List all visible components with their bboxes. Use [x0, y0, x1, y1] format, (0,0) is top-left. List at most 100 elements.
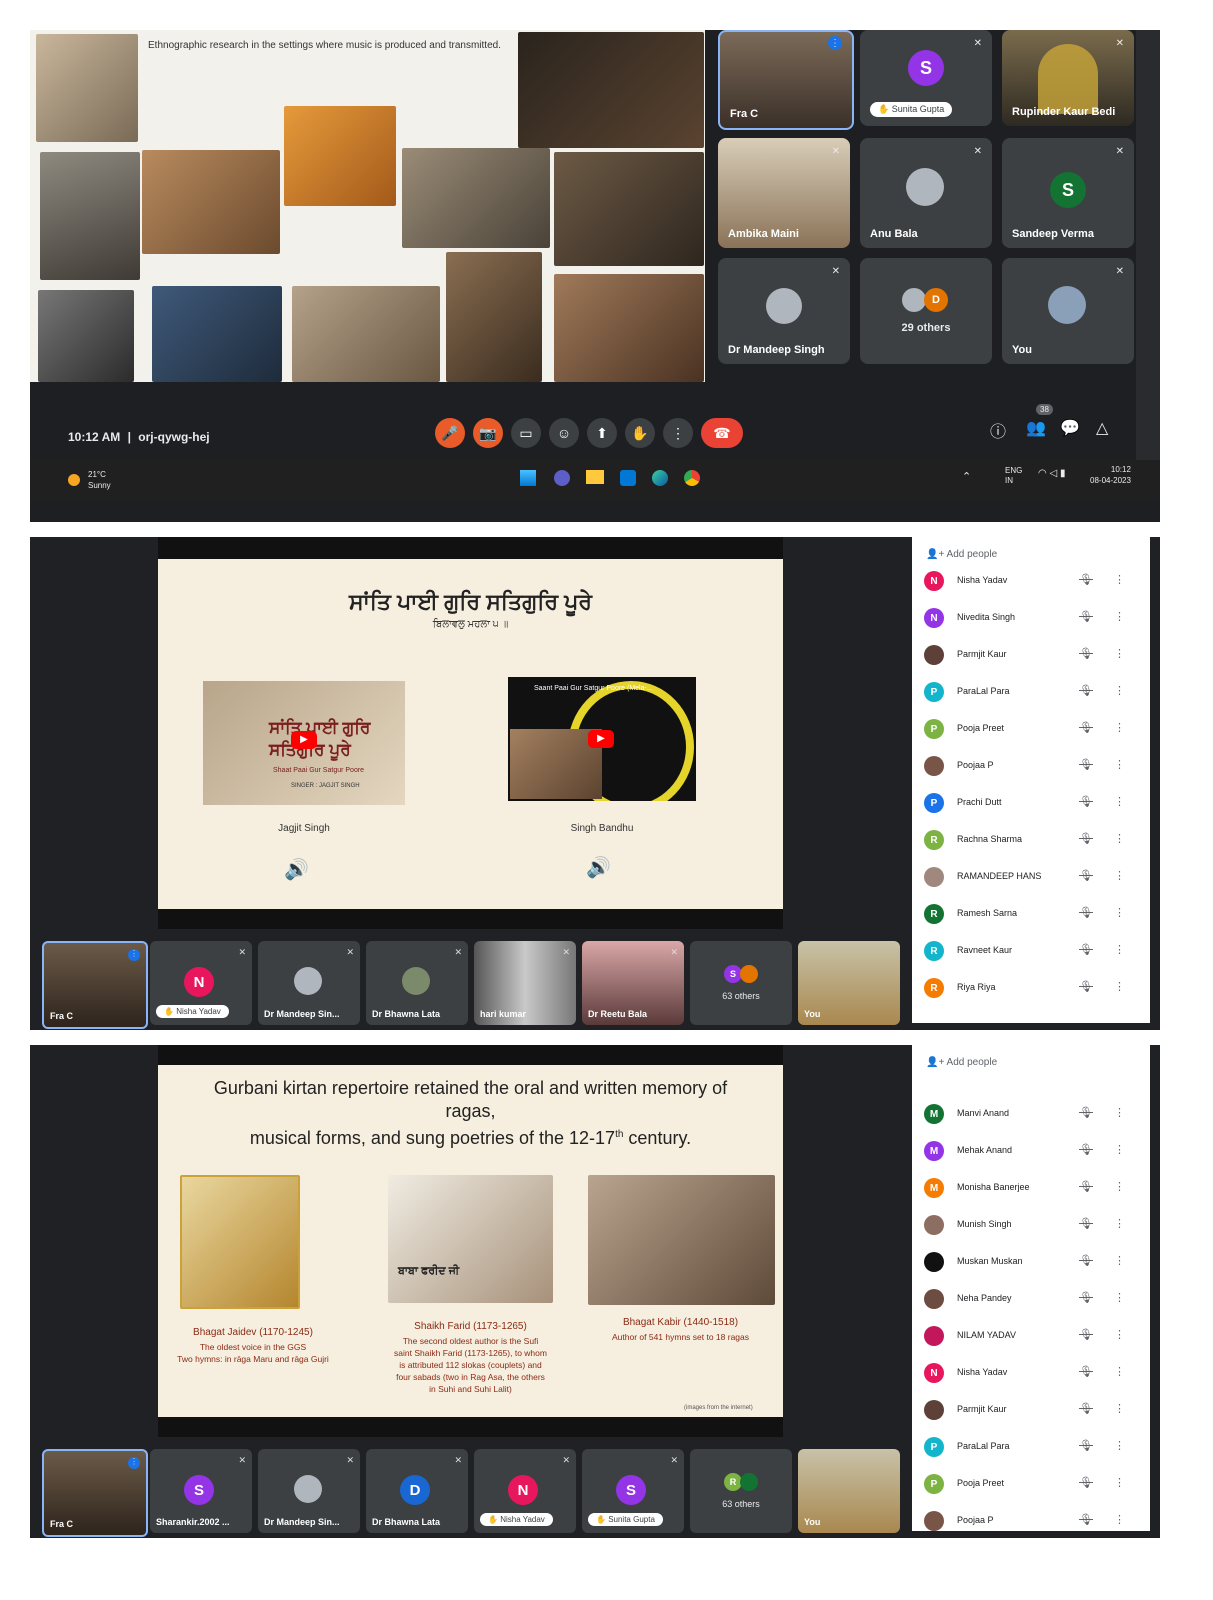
participant-tile-sharankir[interactable]: ✕ S Sharankir.2002 ...	[150, 1449, 252, 1533]
participant-list-item[interactable]: R Riya Riya 🎙 ⋮	[924, 976, 1144, 1002]
more-options-icon[interactable]: ⋮	[1114, 980, 1125, 993]
more-options-icon[interactable]: ⋮	[1114, 1476, 1125, 1489]
participant-list-item[interactable]: N Nivedita Singh 🎙 ⋮	[924, 606, 1144, 632]
captions-button[interactable]: ▭	[511, 418, 541, 448]
edge-browser-icon[interactable]	[652, 470, 668, 486]
participant-list-item[interactable]: NILAM YADAV 🎙 ⋮	[924, 1324, 1144, 1350]
participant-tile-sunita-gupta[interactable]: ✕ S ✋ Sunita Gupta	[582, 1449, 684, 1533]
more-options-icon[interactable]: ⋮	[1114, 906, 1125, 919]
lang-indicator[interactable]: ENG IN	[1005, 466, 1022, 486]
chat-icon[interactable]: 💬	[1060, 418, 1080, 438]
participant-tile-dr-mandeep[interactable]: ✕ Dr Mandeep Sin...	[258, 941, 360, 1025]
participant-tile-nisha-yadav[interactable]: ✕ N ✋ Nisha Yadav	[474, 1449, 576, 1533]
participant-tile-sunita-gupta[interactable]: ✕ S ✋ Sunita Gupta	[860, 30, 992, 126]
wifi-volume-battery-icons[interactable]: ◠ ◁ ▮	[1038, 468, 1065, 479]
add-people-button[interactable]: 👤+ Add people	[926, 549, 997, 560]
people-icon[interactable]: 👥	[1026, 418, 1046, 438]
participant-list-item[interactable]: P ParaLal Para 🎙 ⋮	[924, 680, 1144, 706]
leave-call-button[interactable]: ☎	[701, 418, 743, 448]
participant-list-item[interactable]: R Ramesh Sarna 🎙 ⋮	[924, 902, 1144, 928]
participant-list-item[interactable]: M Manvi Anand 🎙 ⋮	[924, 1102, 1144, 1128]
more-options-icon[interactable]: ⋮	[1114, 1180, 1125, 1193]
more-options-icon[interactable]: ⋮	[1114, 610, 1125, 623]
participant-list-item[interactable]: Poojaa P 🎙 ⋮	[924, 1509, 1144, 1535]
participant-tile-dr-bhawna[interactable]: ✕ Dr Bhawna Lata	[366, 941, 468, 1025]
more-options-icon[interactable]: ⋮	[1114, 1106, 1125, 1119]
participant-list-item[interactable]: P Pooja Preet 🎙 ⋮	[924, 1472, 1144, 1498]
more-options-icon[interactable]: ⋮	[1114, 1143, 1125, 1156]
camera-toggle-button[interactable]: 📷	[473, 418, 503, 448]
more-options-icon[interactable]: ⋮	[1114, 1365, 1125, 1378]
more-options-icon[interactable]: ⋮	[1114, 869, 1125, 882]
participant-list-item[interactable]: P Pooja Preet 🎙 ⋮	[924, 717, 1144, 743]
windows-start-icon[interactable]	[520, 470, 536, 486]
present-button[interactable]: ⬆	[587, 418, 617, 448]
participant-list-item[interactable]: RAMANDEEP HANS 🎙 ⋮	[924, 865, 1144, 891]
more-options-icon[interactable]: ⋮	[1114, 1513, 1125, 1526]
participant-tile-fra-c[interactable]: ⋮ Fra C	[42, 1449, 148, 1537]
store-icon[interactable]	[620, 470, 636, 486]
more-options-icon[interactable]: ⋮	[1114, 832, 1125, 845]
participant-tile-others[interactable]: S 63 others	[690, 941, 792, 1025]
youtube-video-1[interactable]: ਸਾਂਤਿ ਪਾਈ ਗੁਰਿ ਸਤਿਗੁਰਿ ਪੂਰੇ Shaat Paai G…	[203, 681, 405, 805]
participant-tile-sandeep-verma[interactable]: ✕ S Sandeep Verma	[1002, 138, 1134, 248]
participant-list-item[interactable]: Neha Pandey 🎙 ⋮	[924, 1287, 1144, 1313]
participant-tile-others[interactable]: D 29 others	[860, 258, 992, 364]
participant-list-item[interactable]: P ParaLal Para 🎙 ⋮	[924, 1435, 1144, 1461]
chat-app-icon[interactable]	[554, 470, 570, 486]
raise-hand-button[interactable]: ✋	[625, 418, 655, 448]
participant-tile-nisha-yadav[interactable]: ✕ N ✋ Nisha Yadav	[150, 941, 252, 1025]
system-clock[interactable]: 10:12 08-04-2023	[1090, 464, 1131, 486]
more-options-icon[interactable]: ⋮	[1114, 943, 1125, 956]
chrome-icon[interactable]	[684, 470, 700, 486]
participant-tile-dr-reetu-bala[interactable]: ✕ Dr Reetu Bala	[582, 941, 684, 1025]
more-options-icon[interactable]: ⋮	[1114, 647, 1125, 660]
speaker-icon[interactable]: 🔊	[284, 857, 309, 882]
participant-list-item[interactable]: N Nisha Yadav 🎙 ⋮	[924, 1361, 1144, 1387]
more-options-icon[interactable]: ⋮	[1114, 1402, 1125, 1415]
participant-tile-anu-bala[interactable]: ✕ Anu Bala	[860, 138, 992, 248]
participant-tile-you[interactable]: ✕ You	[1002, 258, 1134, 364]
participant-list-item[interactable]: R Rachna Sharma 🎙 ⋮	[924, 828, 1144, 854]
youtube-video-2[interactable]: Saant Paai Gur Satgur Poore (Mela-... ▶	[508, 677, 696, 801]
more-options-button[interactable]: ⋮	[663, 418, 693, 448]
more-options-icon[interactable]: ⋮	[1114, 795, 1125, 808]
participant-list-item[interactable]: Munish Singh 🎙 ⋮	[924, 1213, 1144, 1239]
participant-list-item[interactable]: Muskan Muskan 🎙 ⋮	[924, 1250, 1144, 1276]
participant-list-item[interactable]: Poojaa P 🎙 ⋮	[924, 754, 1144, 780]
more-options-icon[interactable]: ⋮	[1114, 721, 1125, 734]
participant-list-item[interactable]: M Mehak Anand 🎙 ⋮	[924, 1139, 1144, 1165]
participant-list-item[interactable]: Parmjit Kaur 🎙 ⋮	[924, 1398, 1144, 1424]
participant-tile-dr-bhawna[interactable]: ✕ D Dr Bhawna Lata	[366, 1449, 468, 1533]
reactions-button[interactable]: ☺	[549, 418, 579, 448]
participant-tile-dr-mandeep[interactable]: ✕ Dr Mandeep Singh	[718, 258, 850, 364]
more-options-icon[interactable]: ⋮	[1114, 1328, 1125, 1341]
info-icon[interactable]: ⓘ	[990, 418, 1006, 442]
participant-tile-rupinder[interactable]: ✕ Rupinder Kaur Bedi	[1002, 30, 1134, 126]
more-options-icon[interactable]: ⋮	[1114, 1254, 1125, 1267]
mic-toggle-button[interactable]: 🎤	[435, 418, 465, 448]
participant-tile-fra-c[interactable]: ⋮ Fra C	[42, 941, 148, 1029]
add-people-button[interactable]: 👤+ Add people	[926, 1057, 997, 1068]
more-options-icon[interactable]: ⋮	[1114, 573, 1125, 586]
participant-list-item[interactable]: M Monisha Banerjee 🎙 ⋮	[924, 1176, 1144, 1202]
participant-tile-others[interactable]: R 63 others	[690, 1449, 792, 1533]
participant-tile-you[interactable]: You	[798, 1449, 900, 1533]
participant-tile-hari-kumar[interactable]: ✕ hari kumar	[474, 941, 576, 1025]
speaker-icon[interactable]: 🔊	[586, 855, 611, 880]
participant-tile-ambika[interactable]: ✕ Ambika Maini	[718, 138, 850, 248]
more-options-icon[interactable]: ⋮	[1114, 684, 1125, 697]
participant-list-item[interactable]: P Prachi Dutt 🎙 ⋮	[924, 791, 1144, 817]
more-options-icon[interactable]: ⋮	[1114, 758, 1125, 771]
play-button-icon[interactable]: ▶	[588, 730, 614, 748]
more-options-icon[interactable]: ⋮	[1114, 1217, 1125, 1230]
more-options-icon[interactable]: ⋮	[1114, 1291, 1125, 1304]
participant-tile-you[interactable]: You	[798, 941, 900, 1025]
participant-tile-dr-mandeep[interactable]: ✕ Dr Mandeep Sin...	[258, 1449, 360, 1533]
file-explorer-icon[interactable]	[586, 470, 604, 484]
play-button-icon[interactable]: ▶	[291, 731, 317, 749]
participant-tile-fra-c[interactable]: ⋮ Fra C	[718, 30, 854, 130]
participant-list-item[interactable]: R Ravneet Kaur 🎙 ⋮	[924, 939, 1144, 965]
more-options-icon[interactable]: ⋮	[1114, 1439, 1125, 1452]
tray-chevron-icon[interactable]: ⌃	[962, 470, 971, 483]
